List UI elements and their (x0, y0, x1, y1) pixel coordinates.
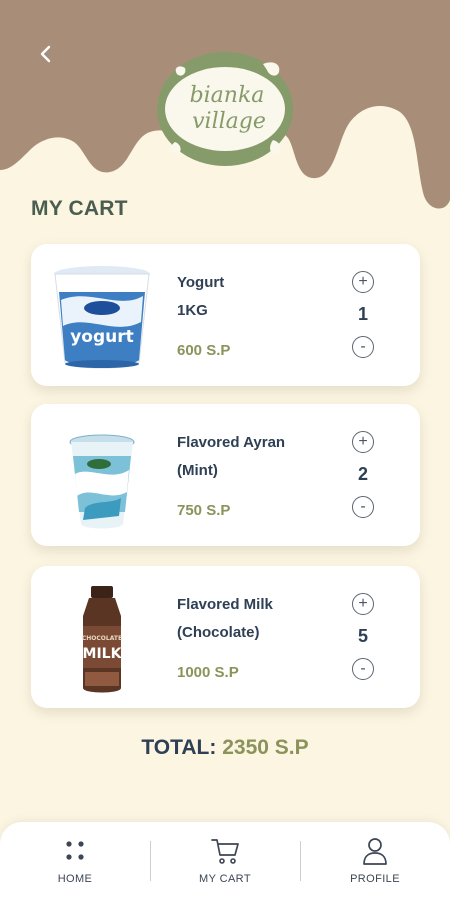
cart-icon (211, 839, 239, 864)
svg-text:village: village (192, 109, 266, 134)
increase-quantity-button[interactable]: + (352, 593, 374, 615)
chevron-left-icon (40, 45, 51, 63)
nav-my-cart[interactable]: MY CART (150, 836, 300, 892)
svg-text:MILK: MILK (83, 646, 123, 662)
chocolate-milk-bottle-image: CHOCOLATE MILK (82, 586, 123, 693)
increase-quantity-button[interactable]: + (352, 271, 374, 293)
product-name: Flavored Ayran (177, 434, 286, 451)
product-name: Flavored Milk (177, 596, 273, 613)
back-button[interactable] (30, 38, 62, 70)
product-price: 750 S.P (177, 502, 231, 519)
nav-profile[interactable]: PROFILE (300, 836, 450, 892)
yogurt-tub-image: yogurt (54, 266, 150, 369)
cart-total: TOTAL: 2350 S.P (0, 736, 450, 760)
svg-text:CHOCOLATE: CHOCOLATE (82, 635, 122, 642)
product-variant: 1KG (177, 302, 208, 319)
nav-profile-label: PROFILE (350, 873, 400, 885)
decrease-quantity-button[interactable]: - (352, 496, 374, 518)
bottom-navigation: HOME MY CART PROFILE (0, 822, 450, 900)
product-name: Yogurt (177, 274, 225, 291)
product-variant: (Chocolate) (177, 624, 260, 641)
page-title: MY CART (31, 197, 128, 220)
nav-home[interactable]: HOME (0, 836, 150, 892)
decrease-quantity-button[interactable]: - (352, 658, 374, 680)
total-value: 2350 S.P (222, 736, 309, 759)
product-price: 1000 S.P (177, 664, 239, 681)
cart-item-card: yogurt Yogurt 1KG 600 S.P + 1 - (31, 244, 420, 386)
product-price: 600 S.P (177, 342, 231, 359)
cart-item-card: CHOCOLATE MILK Flavored Milk (Chocolate)… (31, 566, 420, 708)
quantity-value: 1 (357, 304, 368, 324)
increase-quantity-button[interactable]: + (352, 431, 374, 453)
svg-text:yogurt: yogurt (70, 327, 134, 347)
cart-item-card: Flavored Ayran (Mint) 750 S.P + 2 - (31, 404, 420, 546)
grid-dots-icon (66, 841, 84, 860)
quantity-value: 5 (357, 626, 368, 646)
nav-my-cart-label: MY CART (199, 873, 251, 885)
quantity-value: 2 (357, 464, 368, 484)
total-label: TOTAL: (141, 736, 217, 759)
nav-home-label: HOME (57, 873, 93, 885)
ayran-cup-image (69, 434, 135, 529)
decrease-quantity-button[interactable]: - (352, 336, 374, 358)
user-icon (363, 838, 387, 865)
bianka-village-logo: bianka village (157, 52, 293, 166)
svg-text:bianka: bianka (190, 83, 265, 108)
product-variant: (Mint) (177, 462, 218, 479)
